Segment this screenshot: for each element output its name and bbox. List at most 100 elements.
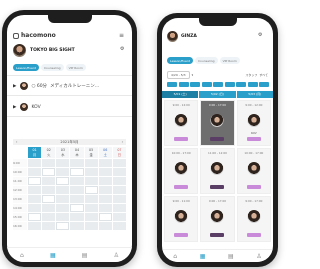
user-icon[interactable]: ♙ bbox=[114, 252, 119, 259]
calendar-slot[interactable] bbox=[56, 222, 70, 230]
calendar-day[interactable]: 04 木 bbox=[70, 147, 84, 158]
calendar-slot[interactable] bbox=[70, 168, 84, 176]
book-button[interactable] bbox=[210, 137, 225, 141]
calendar-slot[interactable] bbox=[98, 195, 112, 203]
calendar-slot[interactable] bbox=[98, 186, 112, 194]
book-button[interactable] bbox=[210, 233, 225, 237]
all-filter-link[interactable]: すべて bbox=[259, 73, 268, 77]
calendar-day[interactable]: 03 水 bbox=[56, 147, 70, 158]
time-filter-chip[interactable] bbox=[190, 82, 200, 87]
staff-card[interactable]: 10:00 - 17:00 bbox=[236, 148, 271, 194]
staff-card[interactable]: 9:00 - 12:00 bbox=[164, 100, 199, 146]
date-column-header[interactable]: 5/02 (日) bbox=[199, 91, 236, 98]
time-filter-chip[interactable] bbox=[213, 82, 223, 87]
calendar-slot[interactable] bbox=[112, 195, 126, 203]
calendar-slot[interactable] bbox=[42, 159, 56, 167]
calendar-day[interactable]: 02 火 bbox=[42, 147, 56, 158]
calendar-slot[interactable] bbox=[56, 186, 70, 194]
gear-icon[interactable]: ⚙ bbox=[120, 46, 124, 52]
calendar-slot[interactable] bbox=[70, 186, 84, 194]
calendar-slot[interactable] bbox=[42, 177, 56, 185]
calendar-slot[interactable] bbox=[98, 222, 112, 230]
calendar-day[interactable]: 05 金 bbox=[84, 147, 98, 158]
calendar-slot[interactable] bbox=[56, 159, 70, 167]
book-button[interactable] bbox=[246, 185, 261, 189]
ticket-icon[interactable]: ▤ bbox=[228, 253, 234, 260]
calendar-slot[interactable] bbox=[28, 186, 42, 194]
calendar-slot[interactable] bbox=[84, 186, 98, 194]
book-button[interactable] bbox=[174, 233, 189, 237]
staff-filter-link[interactable]: スタッフ bbox=[245, 73, 257, 77]
time-filter-chip[interactable] bbox=[247, 82, 258, 87]
calendar-slot[interactable] bbox=[70, 213, 84, 221]
calendar-slot[interactable] bbox=[70, 204, 84, 212]
week-select[interactable]: 4/29 - 5/3 bbox=[167, 70, 190, 79]
time-filter-chip[interactable] bbox=[224, 82, 235, 87]
calendar-slot[interactable] bbox=[70, 195, 84, 203]
home-icon[interactable]: ⌂ bbox=[20, 252, 24, 259]
calendar-slot[interactable] bbox=[84, 177, 98, 185]
calendar-slot[interactable] bbox=[84, 222, 98, 230]
ticket-icon[interactable]: ▤ bbox=[82, 252, 88, 259]
calendar-slot[interactable] bbox=[28, 204, 42, 212]
book-button[interactable] bbox=[174, 185, 189, 189]
staff-card[interactable]: 9:00 - 17:00 bbox=[236, 196, 271, 242]
calendar-slot[interactable] bbox=[98, 159, 112, 167]
staff-card[interactable]: 11:00 - 12:00 bbox=[200, 148, 235, 194]
calendar-slot[interactable] bbox=[112, 168, 126, 176]
calendar-day[interactable]: 01 月 bbox=[28, 147, 42, 158]
calendar-slot[interactable] bbox=[28, 177, 42, 185]
list-item[interactable]: ▶ KOV bbox=[13, 103, 41, 111]
time-filter-chip[interactable] bbox=[236, 82, 246, 87]
calendar-slot[interactable] bbox=[42, 222, 56, 230]
calendar-slot[interactable] bbox=[28, 168, 42, 176]
tab-counseling[interactable]: Counseling bbox=[40, 64, 64, 71]
calendar-slot[interactable] bbox=[112, 204, 126, 212]
tab-vip-room[interactable]: VIP Room bbox=[65, 64, 86, 71]
book-button[interactable] bbox=[210, 185, 225, 189]
calendar-slot[interactable] bbox=[84, 204, 98, 212]
calendar-icon[interactable]: ▦ bbox=[200, 253, 206, 260]
calendar-slot[interactable] bbox=[84, 195, 98, 203]
staff-card[interactable]: 9:00 - 12:00 KOV bbox=[236, 100, 271, 146]
calendar-slot[interactable] bbox=[42, 168, 56, 176]
calendar-slot[interactable] bbox=[28, 195, 42, 203]
calendar-slot[interactable] bbox=[28, 159, 42, 167]
menu-icon[interactable]: ≡ bbox=[119, 32, 124, 39]
time-filter-chip[interactable] bbox=[167, 82, 177, 87]
home-icon[interactable]: ⌂ bbox=[173, 253, 177, 260]
calendar-slot[interactable] bbox=[70, 177, 84, 185]
calendar-slot[interactable] bbox=[56, 213, 70, 221]
calendar-slot[interactable] bbox=[56, 195, 70, 203]
calendar-slot[interactable] bbox=[98, 177, 112, 185]
calendar-slot[interactable] bbox=[28, 222, 42, 230]
list-item[interactable]: ▶ ○ 60分 メディカルトレーニン… bbox=[13, 82, 99, 90]
calendar-slot[interactable] bbox=[112, 222, 126, 230]
chevron-right-icon[interactable]: › bbox=[122, 140, 123, 144]
staff-card[interactable]: 9:00 - 17:00 bbox=[200, 196, 235, 242]
time-filter-chip[interactable] bbox=[201, 82, 212, 87]
calendar-slot[interactable] bbox=[70, 222, 84, 230]
tab-vip-room[interactable]: VIP Room bbox=[219, 57, 240, 64]
calendar-day[interactable]: 07 日 bbox=[112, 147, 126, 158]
tab-counseling[interactable]: Counseling bbox=[194, 57, 218, 64]
time-filter-chip[interactable] bbox=[259, 82, 269, 87]
calendar-slot[interactable] bbox=[56, 204, 70, 212]
staff-card[interactable]: 10:00 - 17:00 bbox=[164, 148, 199, 194]
calendar-slot[interactable] bbox=[112, 186, 126, 194]
calendar-slot[interactable] bbox=[28, 213, 42, 221]
book-button[interactable] bbox=[174, 137, 189, 141]
calendar-slot[interactable] bbox=[42, 195, 56, 203]
calendar-slot[interactable] bbox=[42, 213, 56, 221]
calendar-slot[interactable] bbox=[56, 168, 70, 176]
calendar-slot[interactable] bbox=[56, 177, 70, 185]
calendar-slot[interactable] bbox=[112, 159, 126, 167]
time-filter-chip[interactable] bbox=[178, 82, 189, 87]
date-column-header[interactable]: 5/03 (月) bbox=[236, 91, 273, 98]
calendar-icon[interactable]: ▦ bbox=[50, 252, 56, 259]
calendar-slot[interactable] bbox=[70, 159, 84, 167]
calendar-slot[interactable] bbox=[98, 168, 112, 176]
calendar-slot[interactable] bbox=[84, 168, 98, 176]
calendar-slot[interactable] bbox=[42, 186, 56, 194]
calendar-day[interactable]: 06 土 bbox=[98, 147, 112, 158]
